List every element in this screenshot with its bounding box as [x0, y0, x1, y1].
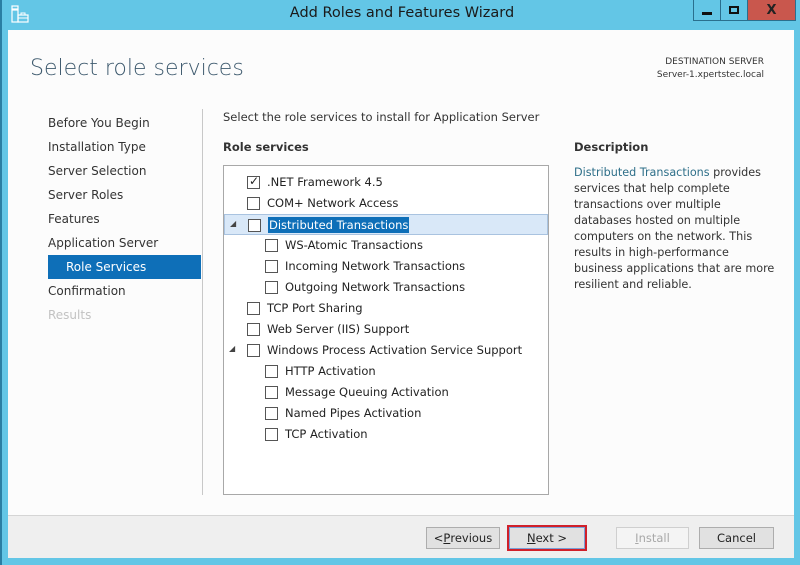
tree-row-label: .NET Framework 4.5	[267, 175, 383, 189]
checkbox[interactable]: ✓	[247, 174, 260, 189]
close-icon: X	[766, 2, 777, 18]
nav-item-features[interactable]: Features	[48, 207, 201, 231]
nav-item-role-services[interactable]: Role Services	[48, 255, 201, 279]
nav-item-server-selection[interactable]: Server Selection	[48, 159, 201, 183]
nav-item-application-server[interactable]: Application Server	[48, 231, 201, 255]
wizard-client-area: Select role services DESTINATION SERVER …	[8, 30, 794, 558]
tree-row-label: HTTP Activation	[285, 364, 376, 378]
description-body: provides services that help complete tra…	[574, 166, 775, 291]
checkbox[interactable]	[247, 344, 260, 357]
next-label: ext >	[535, 531, 568, 545]
previous-label: revious	[450, 531, 493, 545]
wizard-window: Add Roles and Features Wizard X Select r…	[0, 0, 800, 565]
install-button: Install	[616, 527, 689, 549]
checkbox[interactable]	[248, 219, 261, 232]
next-mnemonic: N	[526, 531, 536, 545]
tree-row[interactable]: Message Queuing Activation	[224, 382, 548, 403]
nav-divider	[202, 109, 203, 495]
checkbox[interactable]	[265, 365, 278, 378]
tree-row[interactable]: TCP Activation	[224, 424, 548, 445]
description-text: Distributed Transactions provides servic…	[574, 165, 779, 293]
tree-row[interactable]: ◢ Distributed Transactions	[224, 214, 548, 235]
window-controls: X	[693, 0, 796, 21]
nav-item-installation-type[interactable]: Installation Type	[48, 135, 201, 159]
tree-row-label: WS-Atomic Transactions	[285, 238, 423, 252]
checkbox[interactable]	[265, 260, 278, 273]
previous-prefix: <	[433, 531, 444, 545]
expander-icon[interactable]: ◢	[229, 344, 239, 354]
tree-row[interactable]: HTTP Activation	[224, 361, 548, 382]
tree-row[interactable]: WS-Atomic Transactions	[224, 235, 548, 256]
checkbox[interactable]	[265, 239, 278, 252]
close-button[interactable]: X	[748, 0, 795, 20]
checkbox[interactable]	[247, 197, 260, 210]
window-title: Add Roles and Features Wizard	[289, 5, 515, 21]
checkbox[interactable]	[247, 323, 260, 336]
minimize-button[interactable]	[694, 0, 721, 20]
destination-server-label: DESTINATION SERVER	[665, 57, 764, 67]
tree-row[interactable]: Incoming Network Transactions	[224, 256, 548, 277]
cancel-button[interactable]: Cancel	[699, 527, 774, 549]
checkbox[interactable]	[265, 281, 278, 294]
wizard-nav: Before You Begin Installation Type Serve…	[48, 111, 201, 327]
maximize-icon	[729, 6, 739, 14]
tree-row[interactable]: Web Server (IIS) Support	[224, 319, 548, 340]
tree-row-label: Incoming Network Transactions	[285, 259, 466, 273]
maximize-button[interactable]	[721, 0, 748, 20]
tree-row-label: COM+ Network Access	[267, 196, 399, 210]
nav-item-results: Results	[48, 308, 92, 322]
tree-row[interactable]: Outgoing Network Transactions	[224, 277, 548, 298]
minimize-icon	[702, 11, 712, 15]
checkmark-icon: ✓	[249, 174, 260, 188]
tree-row-label: TCP Activation	[285, 427, 368, 441]
checkbox[interactable]	[247, 302, 260, 315]
previous-button[interactable]: < Previous	[426, 527, 500, 549]
checkbox[interactable]	[265, 428, 278, 441]
tree-row-label: Message Queuing Activation	[285, 385, 449, 399]
title-bar[interactable]: Add Roles and Features Wizard X	[2, 0, 800, 30]
tree-row-label: Distributed Transactions	[268, 217, 410, 233]
tree-row-label: Outgoing Network Transactions	[285, 280, 466, 294]
tree-row-label: Windows Process Activation Service Suppo…	[267, 343, 523, 357]
tree-row[interactable]: ◢ Windows Process Activation Service Supp…	[224, 340, 548, 361]
description-heading: Description	[574, 140, 649, 154]
role-services-heading: Role services	[223, 140, 309, 154]
role-services-tree[interactable]: ✓ .NET Framework 4.5 COM+ Network Access ◢ D…	[223, 165, 549, 495]
tree-row[interactable]: Named Pipes Activation	[224, 403, 548, 424]
tree-row[interactable]: TCP Port Sharing	[224, 298, 548, 319]
description-link[interactable]: Distributed Transactions	[574, 166, 710, 179]
checkbox[interactable]	[265, 386, 278, 399]
next-button[interactable]: Next >	[507, 525, 587, 551]
destination-server-name: Server-1.xpertstec.local	[656, 70, 764, 80]
tree-row[interactable]: ✓ .NET Framework 4.5	[224, 172, 548, 193]
page-title: Select role services	[30, 56, 244, 81]
tree-row-label: Named Pipes Activation	[285, 406, 422, 420]
nav-item-server-roles[interactable]: Server Roles	[48, 183, 201, 207]
wizard-footer: < Previous Next > Install Cancel	[8, 515, 794, 558]
previous-mnemonic: P	[443, 531, 451, 545]
content-prompt: Select the role services to install for …	[223, 110, 540, 124]
nav-item-confirmation[interactable]: Confirmation	[48, 279, 201, 303]
checkbox[interactable]	[265, 407, 278, 420]
destination-server-info: DESTINATION SERVER Server-1.xpertstec.lo…	[657, 56, 764, 82]
tree-row[interactable]: COM+ Network Access	[224, 193, 548, 214]
install-label: nstall	[638, 531, 670, 545]
tree-row-label: Web Server (IIS) Support	[267, 322, 410, 336]
nav-item-before-you-begin[interactable]: Before You Begin	[48, 111, 201, 135]
tree-row-label: TCP Port Sharing	[267, 301, 363, 315]
expander-icon[interactable]: ◢	[230, 219, 240, 229]
